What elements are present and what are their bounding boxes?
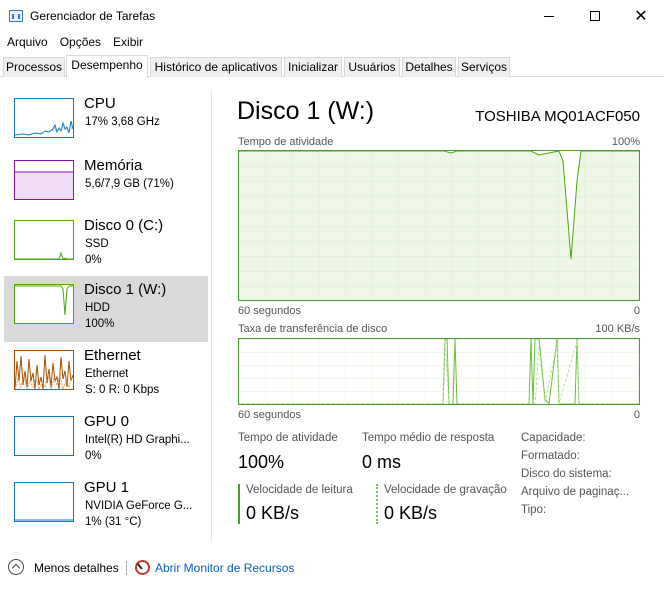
active-time-label: Tempo de atividade	[238, 432, 338, 444]
minimize-icon	[544, 15, 554, 17]
type-label: Tipo:	[521, 504, 547, 516]
menu-bar: Arquivo Opções Exibir	[0, 33, 149, 51]
disk-detail-panel: Disco 1 (W:) TOSHIBA MQ01ACF050 Tempo de…	[230, 90, 650, 540]
transfer-graph	[238, 338, 640, 405]
transfer-graph-time-right: 0	[633, 409, 640, 421]
memory-graph-icon	[14, 160, 74, 200]
capacity-label: Capacidade:	[521, 432, 586, 444]
minimize-button[interactable]	[526, 0, 572, 32]
window-title: Gerenciador de Tarefas	[30, 9, 156, 23]
write-speed-value: 0 KB/s	[384, 503, 438, 523]
activity-graph	[238, 150, 640, 301]
open-resource-monitor-link[interactable]: Abrir Monitor de Recursos	[155, 561, 294, 575]
tab-historico[interactable]: Histórico de aplicativos	[150, 57, 282, 77]
gpu-graph-icon	[14, 482, 74, 522]
sidebar-item-memory[interactable]: Memória 5,6/7,9 GB (71%)	[4, 152, 208, 218]
sidebar-item-value: 0%	[85, 450, 102, 462]
sidebar-item-disk0[interactable]: Disco 0 (C:) SSD 0%	[4, 212, 208, 278]
page-title: Disco 1 (W:)	[237, 97, 375, 125]
sidebar-item-title: CPU	[84, 95, 116, 112]
close-button[interactable]: ✕	[618, 0, 664, 32]
activity-graph-label: Tempo de atividade	[238, 136, 334, 148]
cpu-graph-icon	[14, 98, 74, 138]
sidebar-item-ethernet[interactable]: Ethernet Ethernet S: 0 R: 0 Kbps	[4, 342, 208, 408]
sidebar-item-value: 100%	[85, 318, 115, 330]
resource-monitor-icon[interactable]	[135, 560, 150, 575]
read-speed-label: Velocidade de leitura	[246, 484, 353, 496]
maximize-icon	[590, 11, 600, 21]
sidebar-item-detail: 5,6/7,9 GB (71%)	[85, 178, 174, 190]
resource-sidebar: CPU 17% 3,68 GHz Memória 5,6/7,9 GB (71%…	[0, 90, 212, 542]
sidebar-item-title: Ethernet	[84, 347, 141, 364]
read-speed-indicator	[238, 484, 240, 524]
sidebar-item-model: NVIDIA GeForce G...	[85, 500, 193, 512]
system-disk-label: Disco do sistema:	[521, 468, 612, 480]
sidebar-item-value: 1% (31 °C)	[85, 516, 142, 528]
activity-graph-time-right: 0	[633, 305, 640, 317]
sidebar-item-title: Memória	[84, 157, 143, 174]
activity-graph-max: 100%	[611, 136, 640, 148]
avg-response-label: Tempo médio de resposta	[362, 432, 495, 444]
page-file-label: Arquivo de paginaç...	[521, 486, 630, 498]
tab-processos[interactable]: Processos	[3, 57, 65, 77]
formatted-label: Formatado:	[521, 450, 580, 462]
sidebar-item-type: SSD	[85, 238, 109, 250]
transfer-graph-label: Taxa de transferência de disco	[238, 323, 388, 335]
sidebar-item-title: Disco 0 (C:)	[84, 217, 164, 234]
title-bar: Gerenciador de Tarefas ✕	[0, 0, 664, 32]
maximize-button[interactable]	[572, 0, 618, 32]
close-icon: ✕	[634, 8, 648, 25]
chevron-up-icon[interactable]	[8, 559, 24, 575]
sidebar-item-gpu0[interactable]: GPU 0 Intel(R) HD Graphi... 0%	[4, 408, 208, 474]
read-speed-value: 0 KB/s	[246, 503, 300, 523]
tab-usuarios[interactable]: Usuários	[344, 57, 400, 77]
write-speed-indicator	[376, 484, 378, 524]
tab-inicializar[interactable]: Inicializar	[284, 57, 342, 77]
sidebar-item-title: Disco 1 (W:)	[84, 281, 167, 298]
disk-graph-icon	[14, 284, 74, 324]
write-speed-label: Velocidade de gravação	[384, 484, 507, 496]
sidebar-item-model: Intel(R) HD Graphi...	[85, 434, 190, 446]
sidebar-item-cpu[interactable]: CPU 17% 3,68 GHz	[4, 90, 208, 156]
tab-bar: Processos Desempenho Histórico de aplica…	[0, 55, 664, 78]
menu-opcoes[interactable]: Opções	[54, 33, 107, 51]
sidebar-item-type: HDD	[85, 302, 110, 314]
tab-servicos[interactable]: Serviços	[458, 57, 510, 77]
sidebar-item-value: S: 0 R: 0 Kbps	[85, 384, 160, 396]
sidebar-item-title: GPU 0	[84, 413, 130, 430]
sidebar-item-adapter: Ethernet	[85, 368, 129, 380]
activity-graph-time-left: 60 segundos	[238, 305, 301, 317]
task-manager-icon	[9, 10, 23, 22]
avg-response-value: 0 ms	[362, 452, 402, 472]
menu-exibir[interactable]: Exibir	[107, 33, 149, 51]
fewer-details-button[interactable]: Menos detalhes	[34, 561, 119, 575]
sidebar-item-detail: 17% 3,68 GHz	[85, 116, 160, 128]
sidebar-item-value: 0%	[85, 254, 102, 266]
sidebar-item-gpu1[interactable]: GPU 1 NVIDIA GeForce G... 1% (31 °C)	[4, 474, 208, 540]
footer-divider	[126, 561, 127, 575]
disk-model: TOSHIBA MQ01ACF050	[475, 108, 640, 125]
sidebar-item-title: GPU 1	[84, 479, 130, 496]
sidebar-item-disk1[interactable]: Disco 1 (W:) HDD 100%	[4, 276, 208, 342]
menu-arquivo[interactable]: Arquivo	[0, 33, 54, 51]
disk-graph-icon	[14, 220, 74, 260]
transfer-graph-time-left: 60 segundos	[238, 409, 301, 421]
tab-desempenho[interactable]: Desempenho	[66, 55, 148, 78]
active-time-value: 100%	[238, 452, 285, 472]
footer-bar: Menos detalhes Abrir Monitor de Recursos	[0, 555, 664, 583]
tab-detalhes[interactable]: Detalhes	[402, 57, 456, 77]
gpu-graph-icon	[14, 416, 74, 456]
transfer-graph-max: 100 KB/s	[595, 323, 640, 335]
network-graph-icon	[14, 350, 74, 390]
